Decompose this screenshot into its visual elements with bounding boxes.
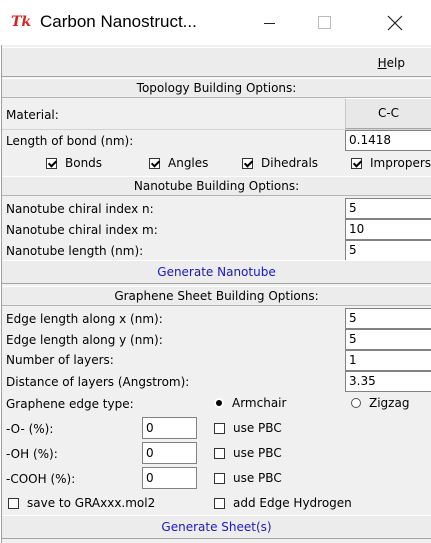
- edge-y-input[interactable]: 5: [345, 329, 431, 350]
- pbc-label: use PBC: [233, 471, 282, 485]
- edge-x-label: Edge length along x (nm):: [6, 312, 163, 326]
- dihedrals-label: Dihedrals: [261, 156, 319, 170]
- angles-checkbox[interactable]: Angles: [149, 156, 208, 170]
- oh-percent-label: -OH (%):: [6, 447, 58, 461]
- topology-header: Topology Building Options:: [2, 78, 431, 98]
- impropers-label: Impropers: [370, 156, 431, 170]
- material-label: Material:: [6, 108, 59, 122]
- generate-nanotube-button[interactable]: Generate Nanotube: [2, 260, 431, 284]
- save-mol2-checkbox[interactable]: save to GRAxxx.mol2: [8, 496, 155, 510]
- cooh-percent-input[interactable]: 0: [142, 467, 197, 489]
- title-bar: Tk Carbon Nanostruct...: [0, 0, 431, 45]
- impropers-checkbox[interactable]: Impropers: [351, 156, 431, 170]
- zigzag-radio[interactable]: Zigzag: [351, 396, 409, 410]
- minimize-button[interactable]: [247, 0, 293, 45]
- tk-feather-icon: Tk: [11, 14, 32, 30]
- edge-y-label: Edge length along y (nm):: [6, 333, 163, 347]
- nanotube-header: Nanotube Building Options:: [2, 176, 431, 196]
- distance-label: Distance of layers (Angstrom):: [6, 375, 190, 389]
- graphene-header: Graphene Sheet Building Options:: [2, 286, 431, 306]
- checkbox-checked-icon: [46, 157, 57, 169]
- layers-input[interactable]: 1: [345, 350, 431, 371]
- chiral-m-label: Nanotube chiral index m:: [6, 223, 158, 237]
- bond-length-label: Length of bond (nm):: [6, 134, 134, 148]
- checkbox-checked-icon: [149, 157, 160, 169]
- checkbox-checked-icon: [242, 157, 253, 169]
- o-percent-input[interactable]: 0: [142, 417, 197, 439]
- minimize-icon: [264, 22, 275, 24]
- generate-sheets-button[interactable]: Generate Sheet(s): [2, 515, 431, 539]
- checkbox-unchecked-icon: [214, 472, 225, 484]
- chiral-n-label: Nanotube chiral index n:: [6, 202, 154, 216]
- checkbox-unchecked-icon: [8, 497, 19, 509]
- layers-label: Number of layers:: [6, 353, 114, 367]
- checkbox-unchecked-icon: [214, 447, 225, 459]
- checkbox-unchecked-icon: [214, 422, 225, 434]
- chiral-m-input[interactable]: 10: [345, 219, 431, 240]
- maximize-icon: [318, 15, 331, 29]
- bonds-checkbox[interactable]: Bonds: [46, 156, 102, 170]
- edge-hydrogen-checkbox[interactable]: add Edge Hydrogen: [214, 496, 352, 510]
- o-percent-label: -O- (%):: [6, 422, 54, 436]
- main-panel: Help Topology Building Options: Material…: [1, 45, 431, 543]
- pbc-label: use PBC: [233, 421, 282, 435]
- armchair-radio[interactable]: Armchair: [214, 396, 286, 410]
- o-pbc-checkbox[interactable]: use PBC: [214, 421, 282, 435]
- nanotube-length-input[interactable]: 5: [345, 240, 431, 261]
- close-icon: [387, 15, 403, 30]
- dihedrals-checkbox[interactable]: Dihedrals: [242, 156, 318, 170]
- oh-pbc-checkbox[interactable]: use PBC: [214, 446, 282, 460]
- help-menu[interactable]: Help: [378, 56, 405, 70]
- chiral-n-input[interactable]: 5: [345, 198, 431, 219]
- armchair-label: Armchair: [232, 396, 287, 410]
- menu-bar: Help: [2, 47, 431, 77]
- checkbox-checked-icon: [351, 157, 362, 169]
- bonds-label: Bonds: [65, 156, 103, 170]
- angles-label: Angles: [168, 156, 209, 170]
- oh-percent-input[interactable]: 0: [142, 442, 197, 464]
- checkbox-unchecked-icon: [214, 497, 225, 509]
- radio-selected-icon: [214, 398, 224, 408]
- cooh-pbc-checkbox[interactable]: use PBC: [214, 471, 282, 485]
- radio-unselected-icon: [351, 398, 361, 408]
- nanotube-length-label: Nanotube length (nm):: [6, 244, 144, 258]
- material-button[interactable]: C-C: [345, 98, 431, 129]
- window-title: Carbon Nanostruct...: [40, 12, 197, 31]
- edge-type-label: Graphene edge type:: [6, 397, 134, 411]
- close-button[interactable]: [372, 0, 418, 45]
- save-mol2-label: save to GRAxxx.mol2: [27, 496, 156, 510]
- edge-hydrogen-label: add Edge Hydrogen: [233, 496, 352, 510]
- bond-length-input[interactable]: 0.1418: [345, 130, 431, 151]
- pbc-label: use PBC: [233, 446, 282, 460]
- maximize-button[interactable]: [302, 0, 348, 45]
- zigzag-label: Zigzag: [369, 396, 410, 410]
- edge-x-input[interactable]: 5: [345, 308, 431, 329]
- distance-input[interactable]: 3.35: [345, 371, 431, 392]
- cooh-percent-label: -COOH (%):: [6, 472, 76, 486]
